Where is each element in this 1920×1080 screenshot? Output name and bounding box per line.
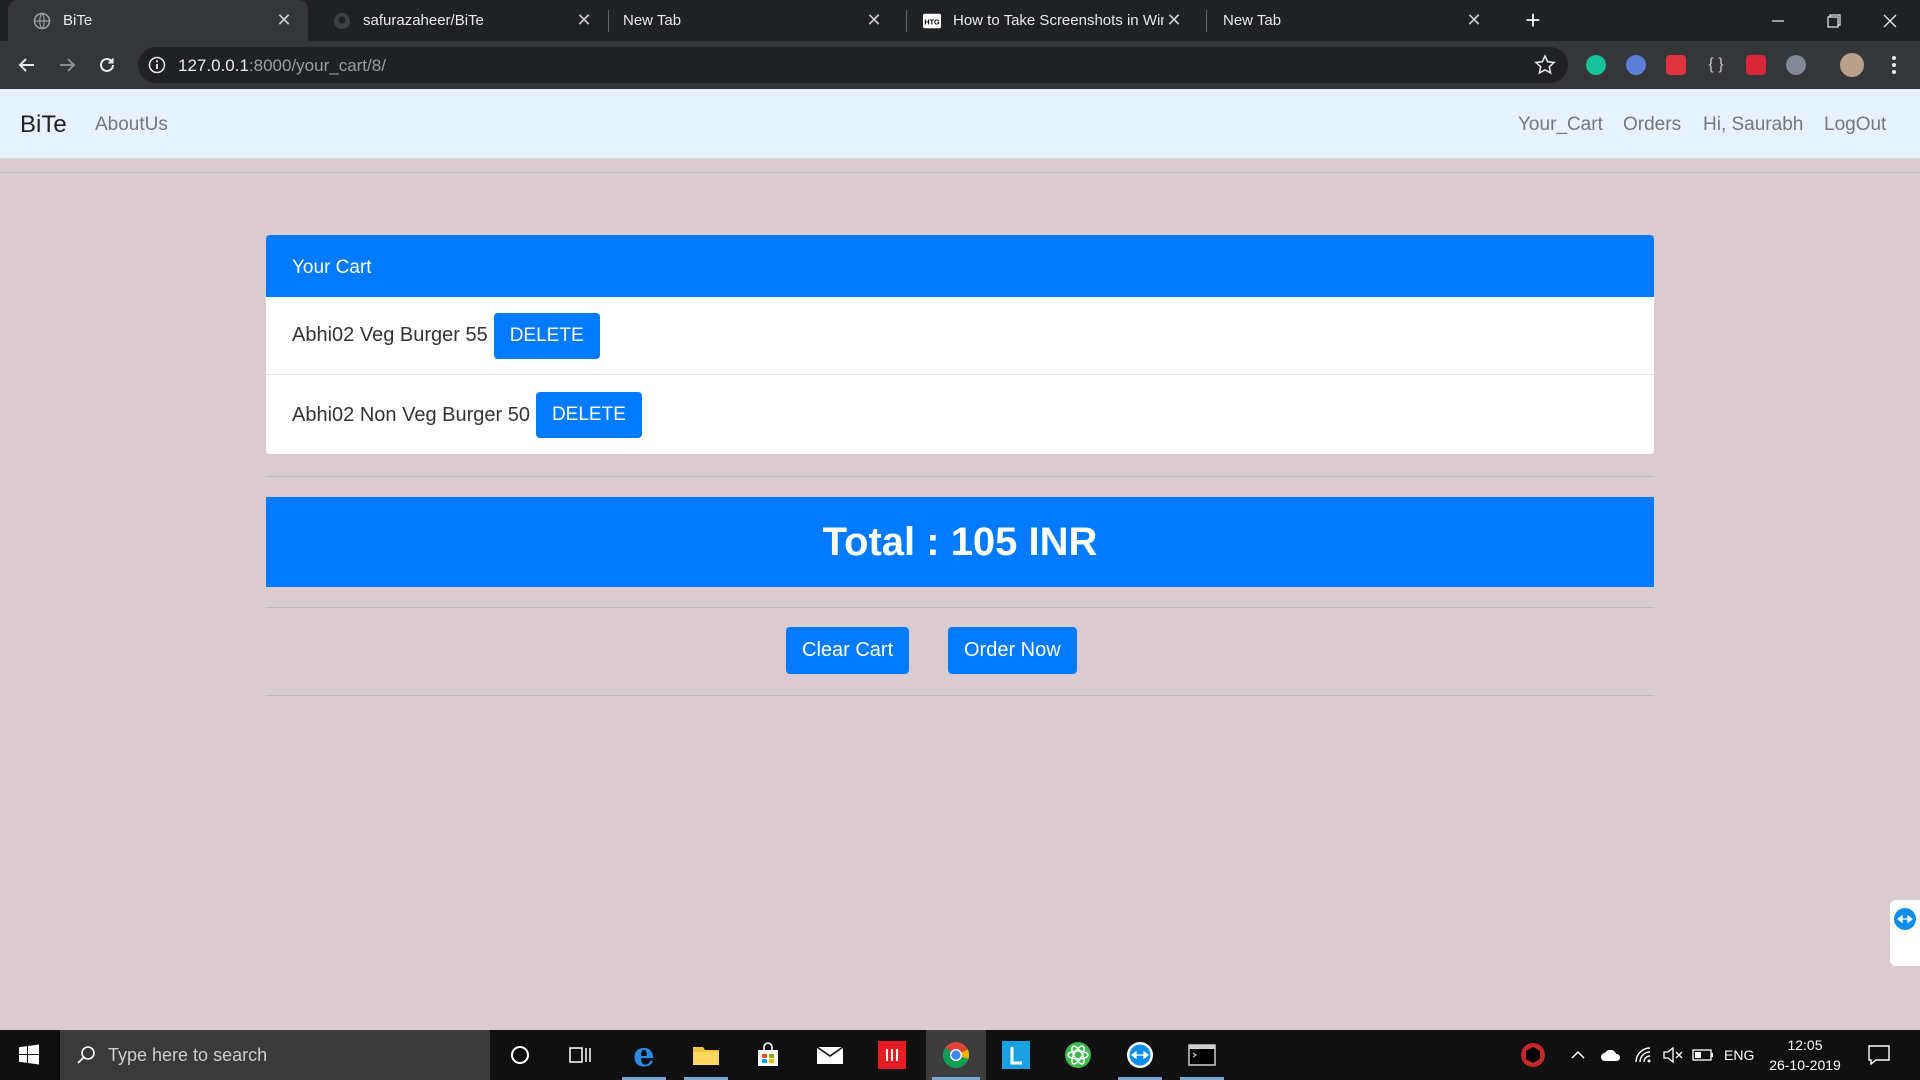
delete-item-button[interactable]: DELETE — [535, 392, 642, 438]
extension-icon[interactable] — [1626, 55, 1646, 75]
info-icon[interactable] — [148, 56, 166, 74]
cortana-icon[interactable] — [492, 1030, 548, 1080]
task-view-icon[interactable] — [552, 1030, 608, 1080]
back-arrow-icon[interactable] — [13, 51, 41, 79]
extension-icon[interactable] — [1786, 55, 1806, 75]
url-host: 127.0.0.1 — [178, 56, 249, 75]
forward-arrow-icon[interactable] — [53, 51, 81, 79]
htg-icon: HTG — [923, 12, 941, 30]
reload-icon[interactable] — [93, 51, 121, 79]
nav-orders-link[interactable]: Orders — [1623, 114, 1681, 136]
url-text: 127.0.0.1:8000/your_cart/8/ — [178, 56, 386, 76]
close-tab-icon[interactable]: ✕ — [574, 10, 594, 31]
tab-title: safurazaheer/BiTe — [363, 12, 484, 29]
cart-card: Your Cart Abhi02 Veg Burger 55 DELETE Ab… — [266, 235, 1654, 454]
app-l-icon[interactable] — [988, 1030, 1044, 1080]
order-now-button[interactable]: Order Now — [948, 627, 1077, 674]
clock-time: 12:05 — [1787, 1037, 1823, 1053]
divider — [266, 607, 1654, 608]
taskbar-search-box[interactable]: Type here to search — [60, 1030, 490, 1080]
language-indicator[interactable]: ENG — [1724, 1030, 1754, 1080]
close-window-icon[interactable] — [1862, 0, 1918, 41]
total-banner: Total : 105 INR — [266, 497, 1654, 587]
cart-item-label: Abhi02 Veg Burger 55 — [292, 324, 488, 346]
pocket-extension-icon[interactable] — [1666, 55, 1686, 75]
cart-item: Abhi02 Non Veg Burger 50 DELETE — [266, 376, 1654, 454]
github-icon — [333, 12, 351, 30]
teamviewer-icon — [1894, 908, 1916, 930]
profile-avatar[interactable] — [1840, 53, 1864, 77]
taskbar-clock[interactable]: 12:05 26-10-2019 — [1762, 1035, 1848, 1075]
teamviewer-taskbar-icon[interactable] — [1112, 1030, 1168, 1080]
tab-title: BiTe — [63, 12, 93, 29]
notification-center-icon[interactable] — [1868, 1030, 1890, 1080]
new-tab-button[interactable]: + — [1520, 7, 1546, 33]
cart-item-label: Abhi02 Non Veg Burger 50 — [292, 403, 530, 426]
url-path: :8000/your_cart/8/ — [248, 56, 386, 75]
grammarly-extension-icon[interactable] — [1586, 55, 1606, 75]
tab-title: New Tab — [1223, 12, 1282, 29]
address-bar[interactable]: 127.0.0.1:8000/your_cart/8/ — [138, 47, 1568, 83]
tab-title: How to Take Screenshots in Wind — [953, 12, 1164, 29]
globe-icon — [33, 12, 51, 30]
json-extension-icon[interactable]: { } — [1706, 55, 1726, 75]
nav-logout-link[interactable]: LogOut — [1824, 114, 1886, 136]
bookmark-star-icon[interactable] — [1534, 54, 1556, 76]
search-icon — [77, 1046, 95, 1064]
tab-new-tab[interactable]: New Tab ✕ — [598, 0, 898, 41]
nav-aboutus-link[interactable]: AboutUs — [95, 114, 168, 136]
extension-icon[interactable] — [1746, 55, 1766, 75]
close-tab-icon[interactable]: ✕ — [1164, 10, 1184, 31]
svg-text:HTG: HTG — [924, 17, 940, 26]
tab-github[interactable]: safurazaheer/BiTe ✕ — [308, 0, 608, 41]
brand-logo[interactable]: BiTe — [20, 111, 67, 139]
cart-item: Abhi02 Veg Burger 55 DELETE — [266, 297, 1654, 375]
browser-tab-strip: BiTe ✕ safurazaheer/BiTe ✕ New Tab ✕ HTG… — [0, 0, 1920, 41]
restore-icon[interactable] — [1806, 0, 1862, 41]
mail-icon[interactable] — [802, 1030, 858, 1080]
tab-new-tab-2[interactable]: New Tab ✕ — [1198, 0, 1498, 41]
search-placeholder: Type here to search — [108, 1044, 268, 1065]
volume-muted-icon[interactable] — [1662, 1030, 1684, 1080]
browser-toolbar: 127.0.0.1:8000/your_cart/8/ { } — [0, 41, 1920, 89]
teamviewer-side-tab[interactable] — [1890, 900, 1920, 966]
site-navbar: BiTe AboutUs Your_Cart Orders Hi, Saurab… — [0, 89, 1920, 159]
close-tab-icon[interactable]: ✕ — [1464, 10, 1484, 31]
store-icon[interactable] — [740, 1030, 796, 1080]
cart-header: Your Cart — [266, 235, 1654, 297]
file-explorer-icon[interactable] — [678, 1030, 734, 1080]
close-tab-icon[interactable]: ✕ — [274, 10, 294, 31]
divider — [0, 172, 1920, 173]
divider — [266, 695, 1654, 696]
close-tab-icon[interactable]: ✕ — [864, 10, 884, 31]
tab-title: New Tab — [623, 12, 682, 29]
clear-cart-button[interactable]: Clear Cart — [786, 627, 910, 674]
chrome-icon[interactable] — [926, 1030, 986, 1080]
more-menu-icon[interactable] — [1880, 51, 1908, 79]
clock-date: 26-10-2019 — [1769, 1057, 1841, 1073]
tab-bite[interactable]: BiTe ✕ — [8, 0, 308, 41]
windows-start-icon[interactable] — [0, 1030, 58, 1080]
tab-htg[interactable]: HTG How to Take Screenshots in Wind ✕ — [898, 0, 1198, 41]
minimize-icon[interactable] — [1750, 0, 1806, 41]
windows-taskbar: Type here to search e ENG 12:05 26-10-20… — [0, 1030, 1920, 1080]
onedrive-cloud-icon[interactable] — [1600, 1030, 1622, 1080]
terminal-icon[interactable] — [1174, 1030, 1230, 1080]
nav-greeting[interactable]: Hi, Saurabh — [1703, 114, 1803, 136]
nav-your-cart-link[interactable]: Your_Cart — [1518, 114, 1603, 136]
wifi-icon[interactable] — [1634, 1030, 1654, 1080]
app-red-icon[interactable] — [864, 1030, 920, 1080]
divider — [266, 476, 1654, 477]
battery-icon[interactable] — [1692, 1030, 1714, 1080]
delete-item-button[interactable]: DELETE — [493, 312, 600, 359]
edge-browser-icon[interactable]: e — [616, 1030, 672, 1080]
tray-app-icon[interactable] — [1520, 1030, 1546, 1080]
show-hidden-icons-chevron[interactable] — [1570, 1030, 1586, 1080]
atom-icon[interactable] — [1050, 1030, 1106, 1080]
